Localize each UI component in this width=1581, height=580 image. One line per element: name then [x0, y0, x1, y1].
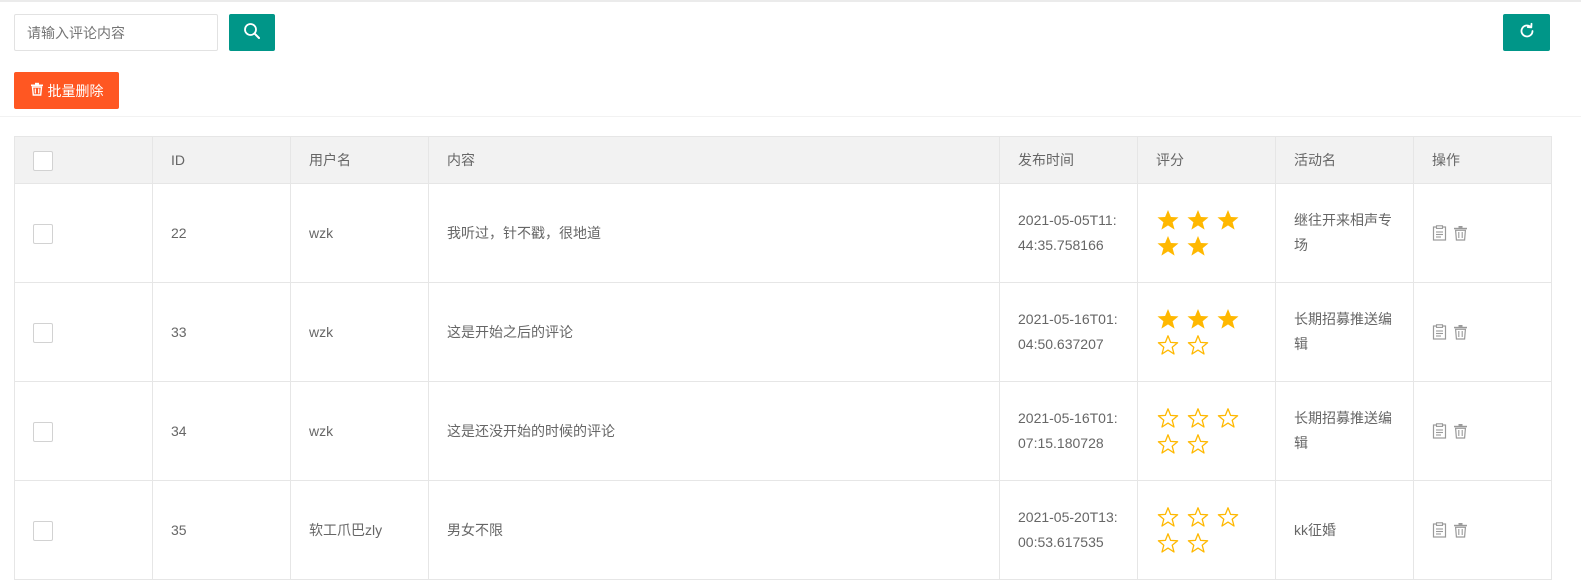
- star-empty-icon[interactable]: [1156, 332, 1186, 358]
- star-filled-icon[interactable]: [1156, 207, 1186, 233]
- cell-id: 35: [152, 480, 291, 580]
- trash-icon: [30, 82, 44, 99]
- star-empty-icon[interactable]: [1186, 530, 1216, 556]
- star-empty-icon[interactable]: [1216, 504, 1246, 530]
- cell-rating: [1137, 480, 1276, 580]
- batch-delete-label: 批量删除: [47, 82, 104, 99]
- star-filled-icon[interactable]: [1216, 207, 1246, 233]
- cell-time: 2021-05-16T01:07:15.180728: [999, 381, 1138, 481]
- rating-stars[interactable]: [1156, 405, 1246, 457]
- row-checkbox[interactable]: [33, 520, 53, 541]
- cell-activity: 长期招募推送编辑: [1275, 381, 1414, 481]
- star-empty-icon[interactable]: [1156, 504, 1186, 530]
- cell-activity: 长期招募推送编辑: [1275, 282, 1414, 382]
- star-empty-icon[interactable]: [1186, 431, 1216, 457]
- row-checkbox[interactable]: [33, 421, 53, 442]
- cell-id: 33: [152, 282, 291, 382]
- edit-icon[interactable]: [1432, 522, 1447, 538]
- cell-id: 22: [152, 183, 291, 283]
- header-time[interactable]: 发布时间: [999, 136, 1138, 184]
- star-filled-icon[interactable]: [1156, 233, 1186, 259]
- cell-time: 2021-05-16T01:04:50.637207: [999, 282, 1138, 382]
- header-actions: 操作: [1413, 136, 1552, 184]
- header-activity[interactable]: 活动名: [1275, 136, 1414, 184]
- search-button[interactable]: [229, 14, 275, 51]
- toolbar-divider: [0, 116, 1581, 117]
- cell-content: 这是开始之后的评论: [428, 282, 1000, 382]
- star-empty-icon[interactable]: [1156, 530, 1186, 556]
- star-empty-icon[interactable]: [1186, 405, 1216, 431]
- rating-stars[interactable]: [1156, 207, 1246, 259]
- header-content[interactable]: 内容: [428, 136, 1000, 184]
- table-header-row: ID 用户名 内容 发布时间 评分 活动名 操作: [14, 136, 1552, 184]
- delete-icon[interactable]: [1453, 423, 1468, 439]
- star-empty-icon[interactable]: [1156, 405, 1186, 431]
- star-filled-icon[interactable]: [1186, 207, 1216, 233]
- cell-actions: [1413, 480, 1552, 580]
- edit-icon[interactable]: [1432, 423, 1447, 439]
- search-input[interactable]: [14, 14, 218, 51]
- comments-table: ID 用户名 内容 发布时间 评分 活动名 操作 22 wzk 我听过，针不戳，很地…: [14, 136, 1552, 580]
- header-rating[interactable]: 评分: [1137, 136, 1276, 184]
- header-select-all: [14, 136, 153, 184]
- top-divider: [0, 0, 1581, 2]
- row-select-cell: [14, 282, 153, 382]
- cell-username: wzk: [290, 381, 429, 481]
- delete-icon[interactable]: [1453, 225, 1468, 241]
- cell-id: 34: [152, 381, 291, 481]
- cell-activity: kk征婚: [1275, 480, 1414, 580]
- star-empty-icon[interactable]: [1186, 504, 1216, 530]
- edit-icon[interactable]: [1432, 225, 1447, 241]
- cell-time: 2021-05-20T13:00:53.617535: [999, 480, 1138, 580]
- cell-actions: [1413, 183, 1552, 283]
- cell-actions: [1413, 282, 1552, 382]
- row-checkbox[interactable]: [33, 322, 53, 343]
- header-username[interactable]: 用户名: [290, 136, 429, 184]
- cell-username: 软工爪巴zly: [290, 480, 429, 580]
- star-empty-icon[interactable]: [1156, 431, 1186, 457]
- table-row[interactable]: 35 软工爪巴zly 男女不限 2021-05-20T13:00:53.617535 k…: [14, 480, 1552, 580]
- cell-content: 我听过，针不戳，很地道: [428, 183, 1000, 283]
- row-select-cell: [14, 480, 153, 580]
- table-row[interactable]: 33 wzk 这是开始之后的评论 2021-05-16T01:04:50.637207…: [14, 282, 1552, 382]
- row-checkbox[interactable]: [33, 223, 53, 244]
- row-select-cell: [14, 381, 153, 481]
- rating-stars[interactable]: [1156, 306, 1246, 358]
- table-row[interactable]: 22 wzk 我听过，针不戳，很地道 2021-05-05T11:44:35.7581…: [14, 183, 1552, 283]
- cell-rating: [1137, 381, 1276, 481]
- cell-rating: [1137, 183, 1276, 283]
- delete-icon[interactable]: [1453, 324, 1468, 340]
- star-filled-icon[interactable]: [1216, 306, 1246, 332]
- batch-delete-button[interactable]: 批量删除: [14, 72, 119, 109]
- star-filled-icon[interactable]: [1186, 233, 1216, 259]
- cell-content: 这是还没开始的时候的评论: [428, 381, 1000, 481]
- cell-rating: [1137, 282, 1276, 382]
- search-icon: [243, 22, 261, 43]
- cell-content: 男女不限: [428, 480, 1000, 580]
- star-filled-icon[interactable]: [1186, 306, 1216, 332]
- select-all-checkbox[interactable]: [33, 150, 53, 171]
- table-row[interactable]: 34 wzk 这是还没开始的时候的评论 2021-05-16T01:07:15.180…: [14, 381, 1552, 481]
- cell-username: wzk: [290, 282, 429, 382]
- refresh-icon: [1518, 22, 1536, 43]
- cell-username: wzk: [290, 183, 429, 283]
- row-select-cell: [14, 183, 153, 283]
- star-empty-icon[interactable]: [1186, 332, 1216, 358]
- refresh-button[interactable]: [1503, 14, 1550, 51]
- cell-time: 2021-05-05T11:44:35.758166: [999, 183, 1138, 283]
- delete-icon[interactable]: [1453, 522, 1468, 538]
- star-filled-icon[interactable]: [1156, 306, 1186, 332]
- edit-icon[interactable]: [1432, 324, 1447, 340]
- cell-activity: 继往开来相声专场: [1275, 183, 1414, 283]
- star-empty-icon[interactable]: [1216, 405, 1246, 431]
- cell-actions: [1413, 381, 1552, 481]
- rating-stars[interactable]: [1156, 504, 1246, 556]
- header-id[interactable]: ID: [152, 136, 291, 184]
